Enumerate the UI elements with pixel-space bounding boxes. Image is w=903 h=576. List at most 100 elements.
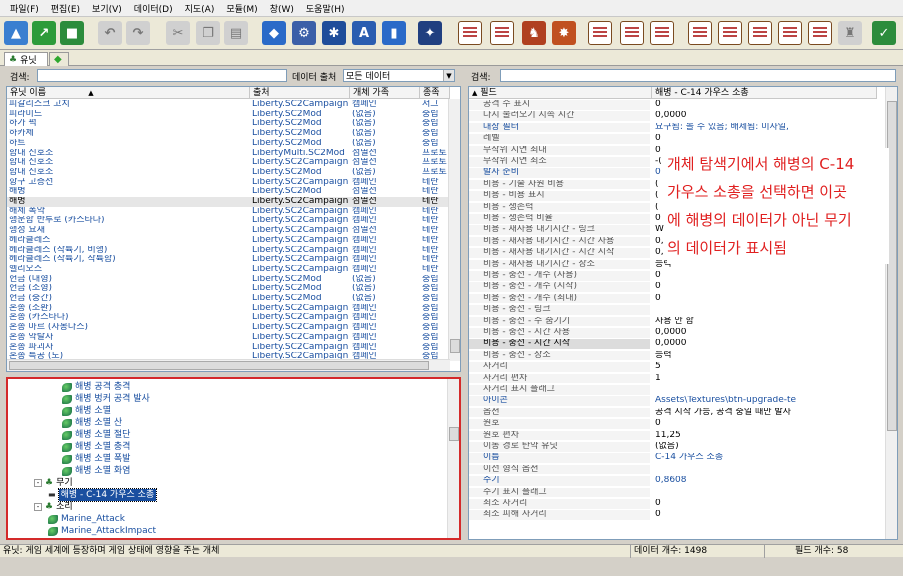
table-row[interactable]: 함대 신호소 Liberty.SC2Campaign 섬멸전 프로토 [7, 158, 450, 168]
tree-expander-icon[interactable]: - [34, 479, 42, 487]
property-row[interactable]: 비용 - 충전 - 장소 능력 [469, 350, 887, 361]
right-search-input[interactable] [500, 69, 896, 82]
table-icon[interactable] [778, 21, 802, 45]
table-row[interactable]: 혼종 파괴자 Liberty.SC2Campaign 캠페인 중립 [7, 343, 450, 353]
trigger-icon[interactable]: ⚙ [292, 21, 316, 45]
unit-list-hscrollbar[interactable] [7, 359, 450, 371]
tree-expander-icon[interactable]: - [34, 503, 42, 511]
property-row[interactable]: 대상 필터 요구됨: 볼 수 있음; 배제됨: 미사일, [469, 122, 887, 133]
table-row[interactable]: 피갈리스크 고치 Liberty.SC2Campaign 캠페인 저그 [7, 100, 450, 110]
tree-node[interactable]: - ♣ 무기 [34, 477, 73, 489]
property-row[interactable]: 비용 - 충전 - 시간 사용 0,0000 [469, 328, 887, 338]
table-row[interactable]: 혼종 약탈자 Liberty.SC2Campaign 캠페인 중립 [7, 333, 450, 343]
table-row[interactable]: 해병 Liberty.SC2Mod 섬멸전 테란 [7, 187, 450, 197]
property-value[interactable]: 0 [652, 510, 867, 520]
table-row[interactable]: 하카체 Liberty.SC2Mod (없음) 중립 [7, 129, 450, 139]
tree-node[interactable]: 해병 벙커 공격 발사 [62, 393, 150, 405]
property-value[interactable]: Assets\Textures\btn-upgrade-te [652, 396, 867, 406]
property-value[interactable]: 0 [652, 100, 867, 110]
property-row[interactable]: 최소 사거리 0 [469, 499, 887, 509]
property-row[interactable]: 주기 0,8608 [469, 476, 887, 486]
table-row[interactable]: 헌금 (중간) Liberty.SC2Mod (없음) 중립 [7, 294, 450, 304]
property-value[interactable]: 0 [652, 271, 867, 281]
tree-node[interactable]: 해병 소멸 [62, 405, 111, 417]
tree-node[interactable]: 해병 소멸 산 [62, 417, 122, 429]
table-icon[interactable] [620, 21, 644, 45]
table-row[interactable]: 헤라클레스 Liberty.SC2Campaign 캠페인 테란 [7, 236, 450, 246]
table-icon[interactable] [490, 21, 514, 45]
tree-node[interactable]: 해병 소멸 화염 [62, 465, 130, 477]
property-value[interactable]: 0 [652, 419, 867, 429]
table-row[interactable]: 헤라클레스 (착륙기, 착륙함) Liberty.SC2Campaign 캠페인 테란 [7, 255, 450, 265]
property-row[interactable]: 레벨 0 [469, 134, 887, 144]
property-value[interactable] [652, 385, 867, 395]
property-value[interactable]: 사용 안 함 [652, 317, 867, 327]
data-source-dropdown[interactable]: 모든 데이터 ▼ [343, 69, 455, 82]
unit-icon[interactable]: ♞ [522, 21, 546, 45]
table-icon[interactable] [588, 21, 612, 45]
table-row[interactable]: 해체 폭약 Liberty.SC2Campaign 캠페인 테란 [7, 207, 450, 217]
tree-scrollbar[interactable] [447, 379, 459, 538]
property-value[interactable]: 0 [652, 134, 867, 144]
table-icon[interactable] [458, 21, 482, 45]
property-value[interactable]: 요구됨: 볼 수 있음; 배제됨: 미사일, [652, 123, 867, 133]
property-row[interactable]: 다시 불러오기 지속 시간 0,0000 [469, 111, 887, 122]
table-row[interactable]: 혼종 마르 (자몽다스) Liberty.SC2Campaign 캠페인 중립 [7, 323, 450, 333]
property-value[interactable] [652, 305, 867, 315]
table-row[interactable]: 행성 요새 Liberty.SC2Campaign 섬멸전 테란 [7, 226, 450, 236]
menu-item[interactable]: 지도(A) [179, 2, 221, 15]
save-icon[interactable]: ■ [60, 21, 84, 45]
property-col-value[interactable]: 해병 - C-14 가우스 소총 [652, 87, 877, 99]
property-value[interactable]: C-14 가우스 소총 [652, 453, 867, 463]
table-row[interactable]: 행운함 반투로 (카스타나) Liberty.SC2Campaign 캠페인 테란 [7, 216, 450, 226]
copy-icon[interactable]: ❐ [196, 21, 220, 45]
table-row[interactable]: 함대 신호소 LibertyMulti.SC2Mod 섬멸전 프로토 [7, 149, 450, 159]
sound-icon[interactable]: ✦ [418, 21, 442, 45]
terrain-icon[interactable]: ◆ [262, 21, 286, 45]
property-row[interactable]: 사거리 편차 1 [469, 373, 887, 384]
tree-node[interactable]: Marine_AttackImpact [48, 525, 156, 537]
tree-node[interactable]: Marine_Attack [48, 513, 125, 525]
table-icon[interactable] [718, 21, 742, 45]
property-row[interactable]: 이전 형식 옵션 [469, 464, 887, 475]
property-row[interactable]: 주기 표시 플래그 [469, 487, 887, 498]
table-icon[interactable] [650, 21, 674, 45]
property-value[interactable]: 0,0000 [652, 339, 867, 349]
table-icon[interactable] [748, 21, 772, 45]
cut-icon[interactable]: ✂ [166, 21, 190, 45]
property-col-field[interactable]: ▲ 필드 [469, 87, 652, 99]
table-row[interactable]: 하가 퍽 Liberty.SC2Mod (없음) 중립 [7, 119, 450, 129]
tree-node[interactable]: 해병 소멸 폭발 [62, 453, 130, 465]
table-row[interactable]: 혼종 (소환) Liberty.SC2Campaign 캠페인 중립 [7, 304, 450, 314]
property-value[interactable]: 0 [652, 282, 867, 292]
property-value[interactable]: 0 [652, 294, 867, 304]
table-row[interactable]: 혼종 (카스타나) Liberty.SC2Campaign 캠페인 중립 [7, 313, 450, 323]
property-row[interactable]: 사거리 5 [469, 362, 887, 372]
table-row[interactable]: 해병 Liberty.SC2Campaign 섬멸전 테란 [7, 197, 450, 207]
property-row[interactable]: 이름 C-14 가우스 소총 [469, 453, 887, 464]
tree-node[interactable]: 해병 소멸 절단 [62, 429, 130, 441]
table-icon[interactable] [808, 21, 832, 45]
table-row[interactable]: 하트 Liberty.SC2Mod (없음) 중립 [7, 139, 450, 149]
property-value[interactable]: 11,25 [652, 431, 867, 441]
menu-item[interactable]: 편집(E) [45, 2, 86, 15]
unit-list-scrollbar[interactable] [448, 99, 460, 361]
property-row[interactable]: 비용 - 충전 - 링크 [469, 305, 887, 315]
property-row[interactable]: 비용 - 충전 - 개수 (시작) 0 [469, 282, 887, 293]
unit-col-header[interactable]: 유닛 이름 ▲ [7, 87, 250, 99]
scroll-thumb[interactable] [449, 427, 459, 441]
left-search-input[interactable] [37, 69, 287, 82]
property-value[interactable]: 5 [652, 362, 867, 372]
tree-node[interactable]: 해병 공격 충격 [62, 381, 130, 393]
data-icon[interactable]: ✱ [322, 21, 346, 45]
new-icon[interactable]: ▲ [4, 21, 28, 45]
property-row[interactable]: 최소 피해 사거리 0 [469, 510, 887, 521]
property-value[interactable]: 0,0000 [652, 328, 867, 338]
property-row[interactable]: 원호 0 [469, 419, 887, 429]
property-value[interactable]: 공격 시작 가능, 공격 중일 때만 발사 [652, 408, 867, 418]
effect-icon[interactable]: ✸ [552, 21, 576, 45]
table-row[interactable]: 항구 고층선 Liberty.SC2Campaign 캠페인 테란 [7, 178, 450, 188]
hscroll-thumb[interactable] [9, 361, 429, 370]
menu-item[interactable]: 창(W) [264, 2, 300, 15]
property-row[interactable]: 비용 - 충전 - 시간 시작 0,0000 [469, 339, 887, 350]
